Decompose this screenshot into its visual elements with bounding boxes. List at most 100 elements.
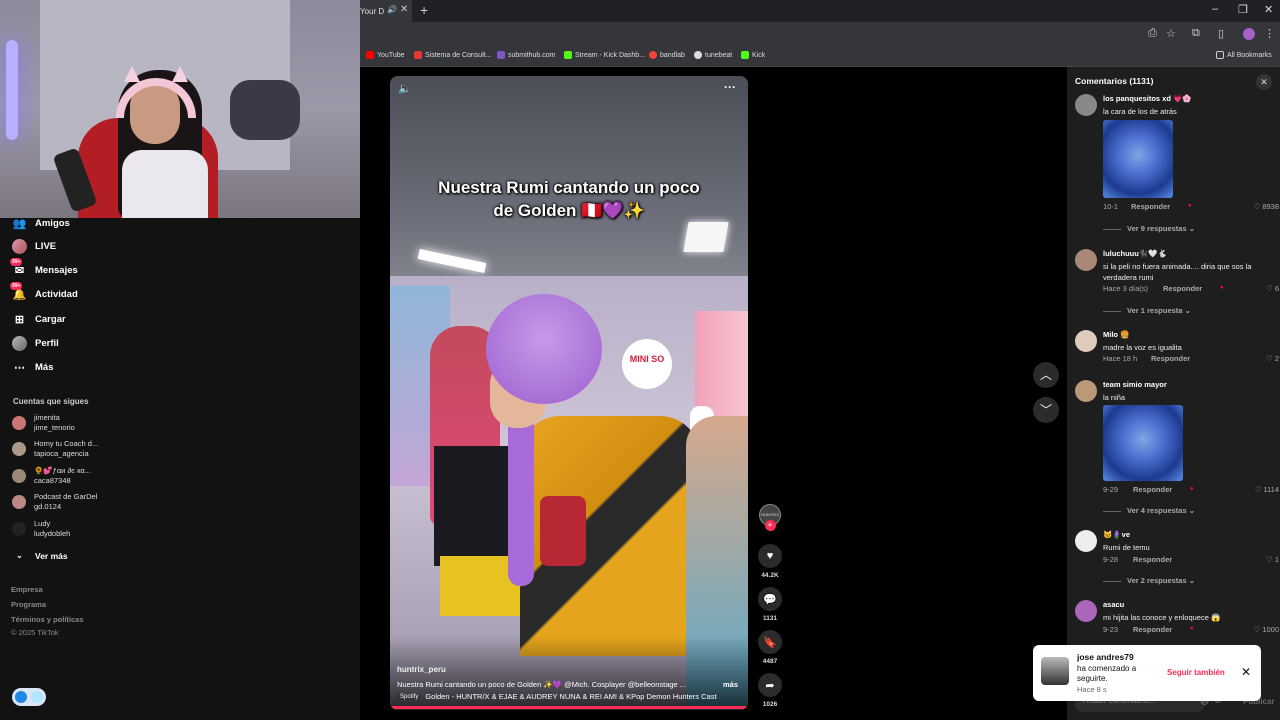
avatar[interactable] — [1041, 657, 1069, 685]
follow-notification: jose andres79 ha comenzado a seguirte. H… — [1033, 645, 1261, 701]
comment-username[interactable]: team simio mayor — [1103, 380, 1167, 389]
reply-button[interactable]: Responder — [1133, 625, 1172, 634]
followed-account[interactable]: Podcast de GarDel gd.0124 — [12, 492, 97, 512]
all-bookmarks[interactable]: All Bookmarks — [1216, 51, 1272, 59]
comment-username[interactable]: luluchuuu🐈‍⬛🤍🐇 — [1103, 249, 1167, 258]
avatar[interactable] — [1075, 94, 1097, 116]
share-icon: ➦ — [758, 673, 782, 697]
bookmark-bandlab[interactable]: bandlab — [649, 51, 685, 59]
submithub-icon — [497, 51, 505, 59]
bookmark-kick-dashboard[interactable]: Stream - Kick Dashb... — [564, 51, 645, 59]
avatar[interactable] — [1075, 600, 1097, 622]
bookmark-youtube[interactable]: YouTube — [366, 51, 405, 59]
reply-button[interactable]: Responder — [1163, 284, 1202, 293]
minimize-icon[interactable]: – — [1212, 3, 1218, 15]
chevron-down-icon: ⌄ — [16, 551, 23, 560]
maximize-icon[interactable]: ❐ — [1238, 3, 1248, 16]
sidebar-item-live[interactable]: LIVE — [12, 239, 56, 254]
menu-dots-icon[interactable]: ⋮ — [1264, 27, 1275, 40]
comment-image[interactable] — [1103, 405, 1183, 481]
reply-button[interactable]: Responder — [1133, 485, 1172, 494]
star-icon[interactable]: ☆ — [1166, 27, 1176, 40]
sidebar-item-mas[interactable]: ⋯ Más — [12, 360, 53, 375]
avatar[interactable] — [1075, 330, 1097, 352]
sidebar-item-perfil[interactable]: Perfil — [12, 336, 59, 351]
follow-back-button[interactable]: Seguir también — [1167, 668, 1225, 677]
extensions-icon[interactable]: ⧉ — [1192, 27, 1200, 40]
comment-like-button[interactable]: ♡ 1000 — [1245, 625, 1280, 634]
comment-username[interactable]: Milo 🍔 — [1103, 330, 1129, 339]
share-count: 1026 — [762, 701, 778, 708]
volume-icon[interactable]: 🔈 — [398, 82, 412, 95]
music-info[interactable]: Spotify Golden - HUNTR/X & EJAE & AUDREY… — [397, 692, 717, 701]
sidebar-item-mensajes[interactable]: ✉ 99+ Mensajes — [10, 258, 78, 278]
bookmark-submithub[interactable]: submithub.com — [497, 51, 555, 59]
comment-text: la cara de los de atrás — [1103, 107, 1177, 116]
avatar[interactable] — [1075, 249, 1097, 271]
comment-image[interactable] — [1103, 120, 1173, 198]
comment-like-button[interactable]: ♡ 1114 — [1245, 485, 1279, 494]
followed-account[interactable]: Ludy ludydobleh — [12, 519, 70, 539]
sidebar-item-amigos[interactable]: 👥 Amigos — [12, 216, 70, 231]
notification-username[interactable]: jose andres79 — [1077, 652, 1134, 662]
close-icon[interactable]: ✕ — [400, 4, 408, 15]
video-description: Nuestra Rumi cantando un poco de Golden … — [397, 680, 687, 689]
bookmark-tunebeat[interactable]: tunebeat — [694, 51, 732, 59]
browser-tab[interactable]: Your D 🔊 ✕ — [360, 0, 412, 22]
share-button[interactable]: ➦ 1026 — [757, 673, 783, 708]
comment-like-button[interactable]: ♡ 1 — [1245, 555, 1279, 564]
floating-widget[interactable] — [12, 688, 46, 706]
bookmark-sistema[interactable]: Sistema de Consult... — [414, 51, 492, 59]
upload-icon: ⊞ — [14, 314, 25, 326]
comment-like-count: 6 — [1274, 284, 1279, 293]
see-more-button[interactable]: ⌄ Ver más — [12, 548, 67, 563]
sidebar-item-label: LIVE — [35, 241, 57, 252]
reply-button[interactable]: Responder — [1151, 354, 1190, 363]
profile-avatar[interactable] — [1243, 28, 1255, 40]
footer-link-programa[interactable]: Programa — [11, 600, 46, 609]
video-author[interactable]: huntrix_peru — [397, 665, 446, 674]
followed-account[interactable]: 🌻💕ƒαи ∂є кα... caca87348 — [12, 466, 91, 486]
creator-avatar-button[interactable]: HUNTRIX + — [757, 504, 783, 531]
sidepanel-icon[interactable]: ▯ — [1218, 27, 1224, 40]
comment-like-button[interactable]: ♡ 2 — [1245, 354, 1279, 363]
like-button[interactable]: ♥ 44.2K — [757, 544, 783, 579]
previous-video-button[interactable]: ︿ — [1033, 362, 1059, 388]
video-progress-bar[interactable] — [390, 706, 748, 709]
save-button[interactable]: 🔖 4487 — [757, 630, 783, 665]
install-app-icon[interactable]: ⎙ — [1148, 27, 1157, 40]
close-icon[interactable]: ✕ — [1241, 665, 1251, 679]
account-name: Ludy — [34, 519, 51, 528]
reply-button[interactable]: Responder — [1131, 202, 1170, 211]
reply-button[interactable]: Responder — [1133, 555, 1172, 564]
view-replies-button[interactable]: Ver 4 respuestas ⌄ — [1103, 506, 1195, 515]
avatar[interactable] — [1075, 530, 1097, 552]
followed-account[interactable]: jimenita jime_tenorio — [12, 413, 75, 433]
video-player[interactable]: MINI SO Nuestra Rumi cantando un poco de… — [390, 76, 748, 710]
comment-username[interactable]: asacu — [1103, 600, 1124, 609]
close-icon[interactable]: ✕ — [1256, 74, 1272, 90]
footer-link-terminos[interactable]: Términos y políticas — [11, 615, 84, 624]
comment-username[interactable]: los panquesitos xd 💗🌸 — [1103, 94, 1192, 103]
view-replies-button[interactable]: Ver 9 respuestas ⌄ — [1103, 224, 1195, 233]
comment-button[interactable]: 💬 1131 — [757, 587, 783, 622]
comment-text: madre la voz es igualita — [1103, 343, 1182, 352]
followed-account[interactable]: Homy tu Coach d... tapioca_agencia — [12, 439, 98, 459]
view-replies-button[interactable]: Ver 2 respuestas ⌄ — [1103, 576, 1195, 585]
comment-username[interactable]: 🐱🪻ve — [1103, 530, 1130, 539]
comment-like-button[interactable]: ♡ 6 — [1245, 284, 1279, 293]
bookmark-kick[interactable]: Kick — [741, 51, 765, 59]
view-replies-button[interactable]: Ver 1 respuesta ⌄ — [1103, 306, 1191, 315]
sidebar-item-actividad[interactable]: 🔔 99+ Actividad — [10, 282, 78, 302]
like-count: 44.2K — [761, 572, 779, 579]
next-video-button[interactable]: ﹀ — [1033, 397, 1059, 423]
new-tab-button[interactable]: + — [420, 2, 428, 18]
window-close-icon[interactable]: ✕ — [1264, 3, 1273, 16]
comment-like-button[interactable]: ♡ 8938 — [1245, 202, 1280, 211]
folder-icon — [1216, 51, 1224, 59]
avatar[interactable] — [1075, 380, 1097, 402]
more-link[interactable]: más — [723, 680, 738, 689]
more-options-icon[interactable]: ··· — [724, 80, 736, 94]
footer-link-empresa[interactable]: Empresa — [11, 585, 43, 594]
sidebar-item-cargar[interactable]: ⊞ Cargar — [12, 312, 66, 327]
